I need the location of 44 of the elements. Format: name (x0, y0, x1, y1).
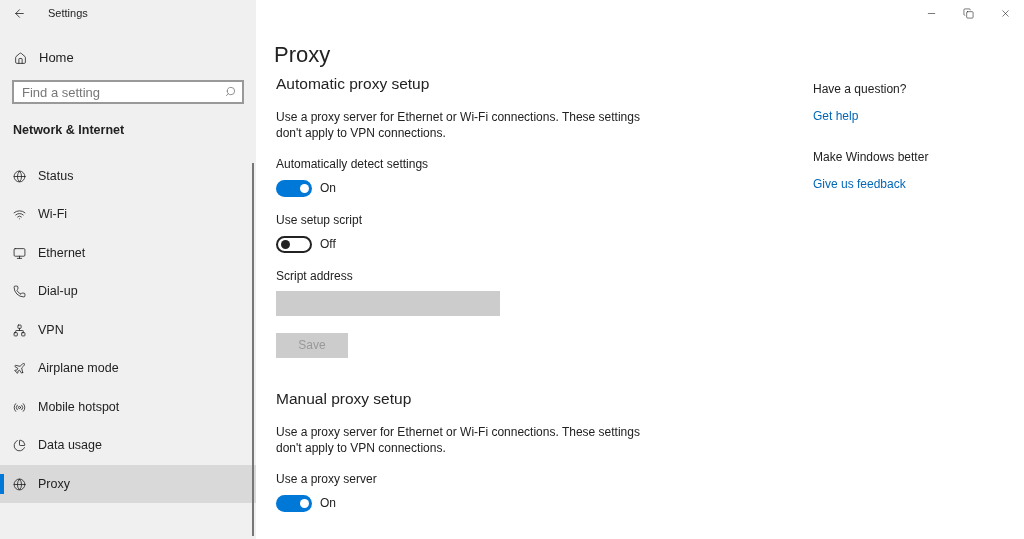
globe-icon (13, 477, 26, 491)
home-link[interactable]: Home (39, 48, 74, 68)
section-description: Use a proxy server for Ethernet or Wi-Fi connections. These settings don't apply to VPN connections. (276, 109, 641, 142)
search-field[interactable]: Find a setting (12, 80, 244, 104)
back-icon[interactable] (13, 7, 26, 20)
nav-item[interactable]: Airplane mode (0, 349, 256, 388)
window-title: Settings (48, 6, 88, 22)
toggle-switch[interactable] (276, 235, 312, 253)
antenna-icon (13, 400, 26, 414)
network-icon (13, 323, 26, 337)
airplane-icon (13, 362, 26, 375)
setting-label: Use a proxy server (276, 471, 378, 488)
section-heading: Manual proxy setup (276, 388, 413, 409)
phone-icon (13, 285, 26, 298)
home-icon[interactable] (14, 51, 27, 65)
setting-label: Automatically detect settings (276, 156, 430, 174)
category-heading: Network & Internet (12, 122, 126, 139)
toggle-state-label: On (320, 180, 336, 198)
help-link[interactable]: Get help (813, 109, 859, 123)
globe-icon (13, 169, 26, 183)
setting-label: Script address (276, 268, 354, 286)
toggle-switch[interactable] (276, 494, 312, 512)
search-icon (225, 86, 236, 97)
pie-chart-icon (13, 439, 26, 452)
help-heading: Make Windows better (813, 149, 929, 165)
section-description: Use a proxy server for Ethernet or Wi-Fi connections. These settings don't apply to VPN connections. (276, 424, 641, 456)
help-heading: Have a question? (813, 81, 908, 97)
section-heading: Automatic proxy setup (276, 74, 431, 94)
toggle-state-label: Off (320, 236, 336, 254)
toggle-state-label: On (320, 495, 336, 512)
help-link[interactable]: Give us feedback (813, 177, 906, 191)
wifi-icon (13, 208, 26, 221)
nav-item[interactable]: Dial-up (0, 272, 256, 311)
nav-item[interactable]: Status (0, 156, 256, 196)
nav-item[interactable]: Proxy (0, 464, 256, 504)
nav-item[interactable]: Ethernet (0, 233, 256, 273)
nav-item[interactable]: VPN (0, 310, 256, 350)
nav-item[interactable]: Mobile hotspot (0, 387, 256, 427)
nav-item[interactable]: Wi-Fi (0, 195, 256, 234)
toggle-switch[interactable] (276, 179, 312, 197)
page-title: Proxy (274, 41, 332, 69)
nav-item[interactable]: Data usage (0, 426, 256, 465)
monitor-icon (13, 246, 26, 260)
setting-label: Use setup script (276, 212, 364, 230)
